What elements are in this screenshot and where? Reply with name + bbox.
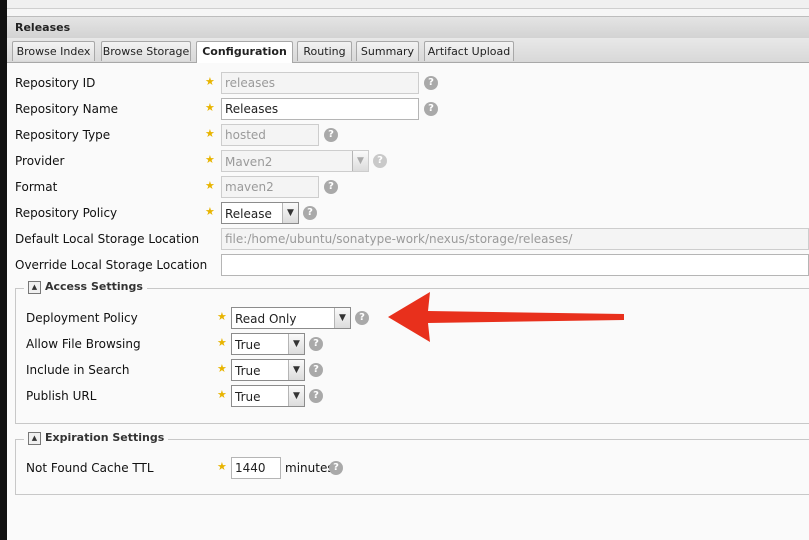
repo-type-field[interactable]: hosted: [221, 124, 319, 146]
include-search-label: Include in Search: [26, 363, 130, 377]
deployment-policy-label: Deployment Policy: [26, 311, 138, 325]
help-icon[interactable]: ?: [309, 363, 323, 377]
help-icon[interactable]: ?: [329, 461, 343, 475]
repo-name-row: Repository Name ★ Releases ?: [15, 98, 809, 120]
default-storage-field[interactable]: file:/home/ubuntu/sonatype-work/nexus/st…: [221, 228, 809, 250]
repo-name-field[interactable]: Releases: [221, 98, 419, 120]
allow-browsing-value: True: [235, 338, 261, 352]
window-edge: [0, 0, 7, 540]
help-icon[interactable]: ?: [424, 102, 438, 116]
tab-browse-storage[interactable]: Browse Storage: [101, 41, 191, 61]
expiration-settings-title: Expiration Settings: [45, 431, 165, 444]
not-found-ttl-field[interactable]: 1440: [231, 457, 281, 479]
publish-url-row: Publish URL ★ True ▼ ?: [26, 385, 806, 407]
not-found-ttl-label: Not Found Cache TTL: [26, 461, 154, 475]
repo-policy-label: Repository Policy: [15, 206, 118, 220]
top-strip: [7, 0, 809, 9]
star-icon: ★: [217, 460, 227, 473]
star-icon: ★: [217, 388, 227, 401]
allow-browsing-label: Allow File Browsing: [26, 337, 141, 351]
star-icon: ★: [205, 205, 215, 218]
override-storage-label: Override Local Storage Location: [15, 258, 208, 272]
access-settings-title: Access Settings: [45, 280, 143, 293]
star-icon: ★: [205, 127, 215, 140]
include-search-value: True: [235, 364, 261, 378]
star-icon: ★: [217, 310, 227, 323]
override-storage-row: Override Local Storage Location: [15, 254, 809, 276]
star-icon: ★: [205, 101, 215, 114]
repo-policy-value: Release: [225, 207, 272, 221]
default-storage-label: Default Local Storage Location: [15, 232, 200, 246]
format-label: Format: [15, 180, 58, 194]
chevron-down-icon[interactable]: ▼: [334, 308, 350, 328]
allow-browsing-select[interactable]: True ▼: [231, 333, 305, 355]
tab-summary[interactable]: Summary: [356, 41, 419, 61]
chevron-down-icon[interactable]: ▼: [288, 360, 304, 380]
panel-header: Releases: [7, 16, 809, 39]
format-row: Format ★ maven2 ?: [15, 176, 809, 198]
repo-id-field[interactable]: releases: [221, 72, 419, 94]
chevron-down-icon[interactable]: ▼: [282, 203, 298, 223]
help-icon[interactable]: ?: [324, 128, 338, 142]
tab-artifact-upload[interactable]: Artifact Upload: [424, 41, 514, 61]
publish-url-value: True: [235, 390, 261, 404]
tab-browse-index[interactable]: Browse Index: [12, 41, 95, 61]
expiration-settings-legend: ▲ Expiration Settings: [24, 431, 169, 445]
help-icon[interactable]: ?: [424, 76, 438, 90]
provider-row: Provider ★ Maven2 ▼ ?: [15, 150, 809, 172]
repo-id-label: Repository ID: [15, 76, 96, 90]
repo-name-label: Repository Name: [15, 102, 119, 116]
access-settings-legend: ▲ Access Settings: [24, 280, 147, 294]
format-field[interactable]: maven2: [221, 176, 319, 198]
repo-policy-select[interactable]: Release ▼: [221, 202, 299, 224]
repo-type-row: Repository Type ★ hosted ?: [15, 124, 809, 146]
chevron-down-icon[interactable]: ▼: [288, 334, 304, 354]
provider-select[interactable]: Maven2 ▼: [221, 150, 369, 172]
default-storage-row: Default Local Storage Location file:/hom…: [15, 228, 809, 250]
chevron-down-icon[interactable]: ▼: [288, 386, 304, 406]
publish-url-select[interactable]: True ▼: [231, 385, 305, 407]
star-icon: ★: [217, 362, 227, 375]
include-search-row: Include in Search ★ True ▼ ?: [26, 359, 806, 381]
repo-policy-row: Repository Policy ★ Release ▼ ?: [15, 202, 809, 224]
panel-title: Releases: [15, 21, 71, 34]
star-icon: ★: [217, 336, 227, 349]
help-icon[interactable]: ?: [355, 311, 369, 325]
collapse-icon[interactable]: ▲: [28, 280, 41, 294]
repo-id-row: Repository ID ★ releases ?: [15, 72, 809, 94]
tab-strip: Browse Index Browse Storage Configuratio…: [7, 38, 809, 63]
deployment-policy-value: Read Only: [235, 312, 297, 326]
include-search-select[interactable]: True ▼: [231, 359, 305, 381]
star-icon: ★: [205, 179, 215, 192]
expiration-settings-fieldset: ▲ Expiration Settings Not Found Cache TTL…: [15, 431, 809, 495]
chevron-down-icon[interactable]: ▼: [352, 151, 368, 171]
not-found-ttl-unit: minutes: [285, 461, 334, 475]
publish-url-label: Publish URL: [26, 389, 97, 403]
star-icon: ★: [205, 153, 215, 166]
help-icon[interactable]: ?: [324, 180, 338, 194]
annotation-arrow: [388, 292, 624, 342]
deployment-policy-select[interactable]: Read Only ▼: [231, 307, 351, 329]
help-icon[interactable]: ?: [373, 154, 387, 168]
help-icon[interactable]: ?: [309, 389, 323, 403]
star-icon: ★: [205, 75, 215, 88]
provider-label: Provider: [15, 154, 65, 168]
override-storage-field[interactable]: [221, 254, 809, 276]
help-icon[interactable]: ?: [303, 206, 317, 220]
tab-configuration[interactable]: Configuration: [196, 41, 293, 63]
help-icon[interactable]: ?: [309, 337, 323, 351]
not-found-ttl-row: Not Found Cache TTL ★ 1440 minutes ?: [26, 457, 806, 479]
provider-value: Maven2: [225, 155, 273, 169]
collapse-icon[interactable]: ▲: [28, 431, 41, 445]
repo-type-label: Repository Type: [15, 128, 111, 142]
tab-routing[interactable]: Routing: [297, 41, 352, 61]
